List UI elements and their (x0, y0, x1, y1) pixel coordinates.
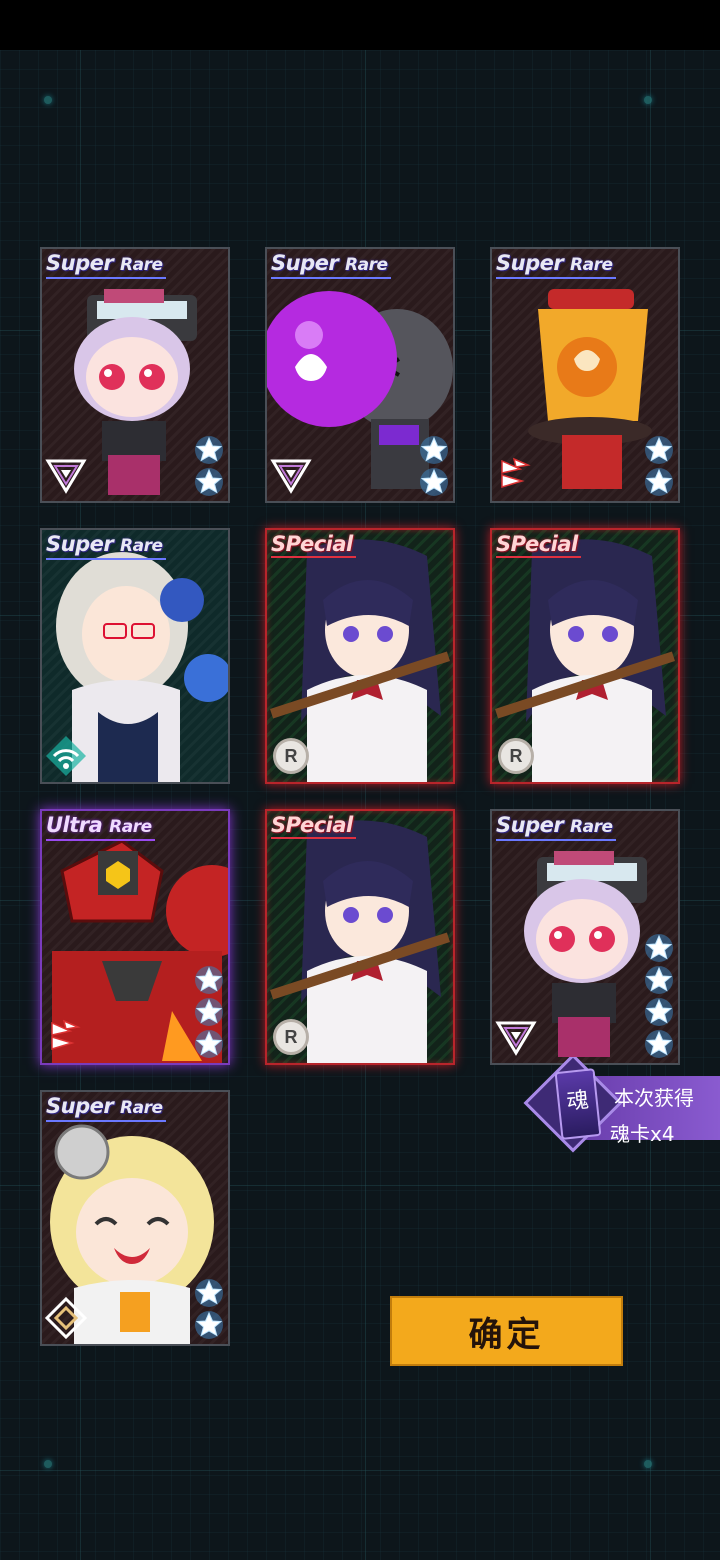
star-icon (194, 467, 224, 497)
star-icon (194, 1029, 224, 1059)
rarity-sub: Rare (120, 536, 163, 556)
grid-node (44, 1460, 52, 1468)
star-icon (644, 435, 674, 465)
soul-card-gain-panel: 魂 本次获得 魂卡x4 (523, 1053, 720, 1160)
character-card[interactable]: SPecial R (265, 528, 455, 784)
rarity-main: SPecial (271, 532, 353, 556)
rarity-label: SPecial (271, 532, 356, 558)
character-card[interactable]: Super Rare (490, 247, 680, 503)
grid-node (44, 96, 52, 104)
gain-count: 魂卡x4 (610, 1122, 675, 1146)
claw-class-icon (44, 1015, 88, 1059)
rarity-label: Super Rare (46, 532, 166, 560)
triangle-class-icon (44, 453, 88, 497)
character-card[interactable]: SPecial R (490, 528, 680, 784)
rarity-sub: Rare (120, 255, 163, 275)
gain-title: 本次获得 (614, 1086, 694, 1110)
character-card[interactable]: Super Rare (40, 528, 230, 784)
rank-badge-icon: R (498, 738, 534, 774)
character-card[interactable]: Ultra Rare (40, 809, 230, 1065)
star-icon (644, 933, 674, 963)
rarity-main: SPecial (496, 532, 578, 556)
rarity-main: Super (271, 251, 339, 275)
triangle-class-icon (494, 1015, 538, 1059)
rarity-label: SPecial (496, 532, 581, 558)
rarity-label: Super Rare (46, 251, 166, 279)
rank-badge-icon: R (273, 1019, 309, 1055)
grid-node (644, 96, 652, 104)
character-card[interactable]: SPecial R (265, 809, 455, 1065)
character-card[interactable]: Super Rare (265, 247, 455, 503)
rarity-main: Super (46, 532, 114, 556)
star-icon (194, 965, 224, 995)
rarity-label: Super Rare (271, 251, 391, 279)
rarity-main: SPecial (271, 813, 353, 837)
rarity-sub: Rare (345, 255, 388, 275)
star-icon (194, 1310, 224, 1340)
star-icon (644, 467, 674, 497)
rarity-label: Super Rare (46, 1094, 166, 1122)
rarity-main: Super (46, 251, 114, 275)
grid-node (644, 1460, 652, 1468)
rarity-main: Super (496, 251, 564, 275)
rarity-sub: Rare (120, 1098, 163, 1118)
star-rating (644, 933, 674, 1059)
star-icon (419, 435, 449, 465)
star-icon (419, 467, 449, 497)
star-icon (644, 1029, 674, 1059)
rank-badge-icon: R (273, 738, 309, 774)
star-rating (194, 1278, 224, 1340)
rarity-label: Super Rare (496, 251, 616, 279)
star-icon (644, 965, 674, 995)
diamond-class-icon (44, 1296, 88, 1340)
rarity-label: SPecial (271, 813, 356, 839)
rarity-label: Super Rare (496, 813, 616, 841)
star-icon (194, 1278, 224, 1308)
soul-card-icon: 魂 (554, 1068, 602, 1140)
star-rating (419, 435, 449, 497)
character-card[interactable]: Super Rare (490, 809, 680, 1065)
star-icon (194, 435, 224, 465)
triangle-class-icon (269, 453, 313, 497)
rarity-main: Ultra (46, 813, 103, 837)
confirm-button[interactable]: 确定 (390, 1296, 623, 1366)
rarity-sub: Rare (570, 817, 613, 837)
star-rating (194, 435, 224, 497)
status-bar (0, 0, 720, 50)
wifi-class-icon (44, 734, 88, 778)
rarity-sub: Rare (109, 817, 152, 837)
rarity-main: Super (46, 1094, 114, 1118)
rarity-main: Super (496, 813, 564, 837)
star-rating (644, 435, 674, 497)
claw-class-icon (494, 453, 538, 497)
character-card[interactable]: Super Rare (40, 1090, 230, 1346)
star-rating (194, 965, 224, 1059)
rarity-label: Ultra Rare (46, 813, 155, 841)
star-icon (644, 997, 674, 1027)
character-card[interactable]: Super Rare (40, 247, 230, 503)
rarity-sub: Rare (570, 255, 613, 275)
star-icon (194, 997, 224, 1027)
